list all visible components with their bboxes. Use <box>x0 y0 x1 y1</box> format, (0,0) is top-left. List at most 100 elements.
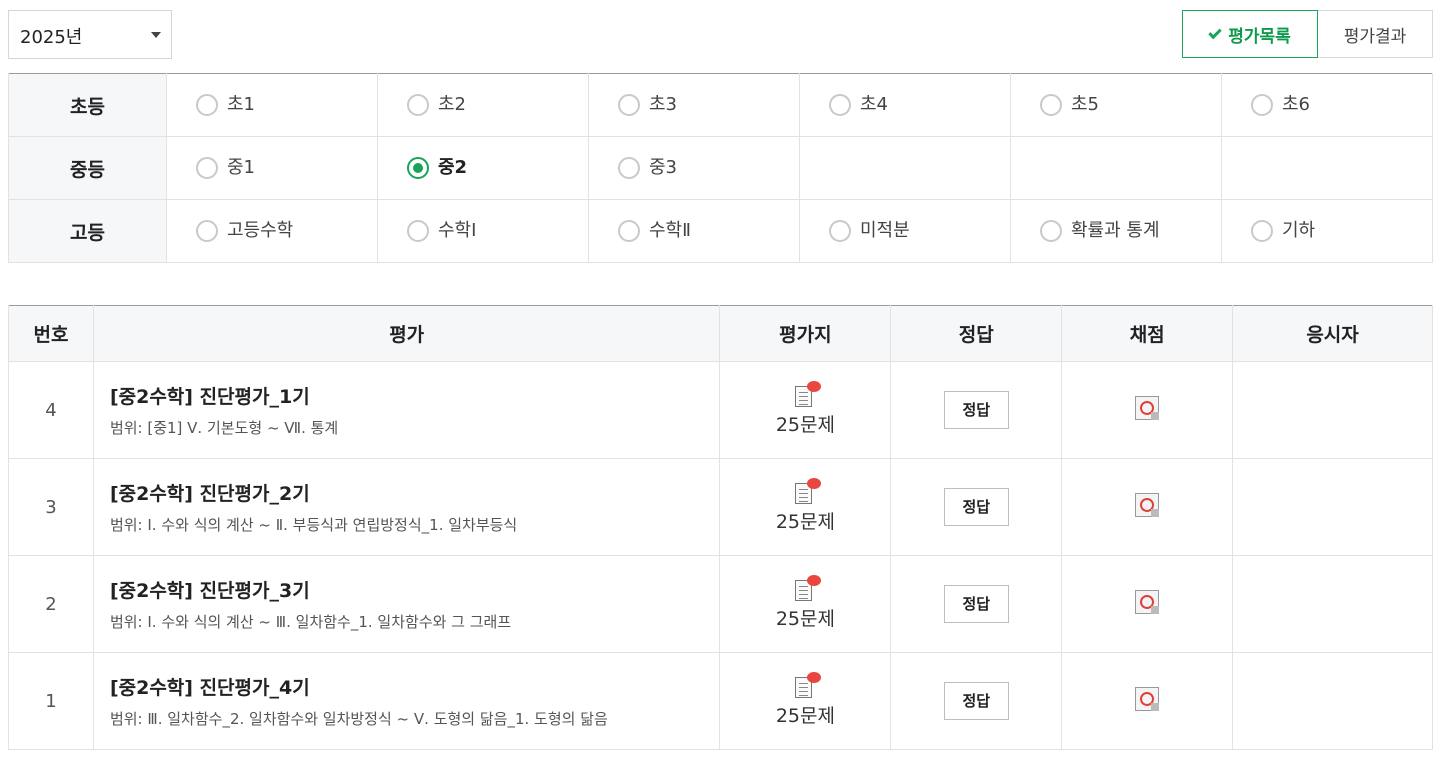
grade-row-middle: 중등 중1 중2 중3 <box>8 136 1433 200</box>
radio-icon[interactable] <box>829 220 851 242</box>
grade-option[interactable]: 고등수학 <box>166 199 378 263</box>
evaluation-title[interactable]: [중2수학] 진단평가_1기 <box>110 382 720 409</box>
grade-option-label: 초1 <box>227 94 256 115</box>
grade-option-label: 미적분 <box>860 220 910 241</box>
evaluation-cell: [중2수학] 진단평가_3기 범위: Ⅰ. 수와 식의 계산 ~ Ⅲ. 일차함수… <box>92 555 721 653</box>
answer-button[interactable]: 정답 <box>943 391 1009 429</box>
grade-option[interactable]: 초2 <box>377 73 589 137</box>
grading-icon[interactable] <box>1135 589 1160 614</box>
radio-icon[interactable] <box>407 220 429 242</box>
radio-icon[interactable] <box>196 157 218 179</box>
radio-icon[interactable] <box>1251 220 1273 242</box>
takers-cell <box>1232 361 1433 459</box>
column-header-paper: 평가지 <box>719 305 892 362</box>
grade-option[interactable]: 중3 <box>588 136 800 200</box>
grade-option[interactable]: 초4 <box>799 73 1011 137</box>
row-number: 1 <box>8 652 94 750</box>
row-number: 2 <box>8 555 94 653</box>
radio-icon[interactable] <box>1040 220 1062 242</box>
grade-option[interactable]: 초1 <box>166 73 378 137</box>
grade-option[interactable]: 미적분 <box>799 199 1011 263</box>
radio-icon[interactable] <box>196 94 218 116</box>
answer-cell: 정답 <box>890 652 1063 750</box>
grade-filter: 초등 초1 초2 초3 초4 초5 초6 중등 중1 중2 중3 고등 고등수학… <box>8 73 1433 263</box>
paper-cell[interactable]: 25문제 <box>719 361 892 459</box>
radio-icon[interactable] <box>1040 94 1062 116</box>
test-paper-icon[interactable] <box>793 478 822 504</box>
top-bar: 2025년 평가목록 평가결과 <box>8 10 1433 59</box>
radio-icon[interactable] <box>618 94 640 116</box>
evaluation-title[interactable]: [중2수학] 진단평가_3기 <box>110 576 720 603</box>
paper-cell[interactable]: 25문제 <box>719 555 892 653</box>
tab-evaluation-list[interactable]: 평가목록 <box>1182 10 1318 58</box>
radio-icon[interactable] <box>407 94 429 116</box>
view-tabs: 평가목록 평가결과 <box>1182 10 1433 58</box>
question-count: 25문제 <box>775 608 835 630</box>
grade-option-selected[interactable]: 중2 <box>377 136 589 200</box>
test-paper-icon[interactable] <box>793 575 822 601</box>
grade-option[interactable]: 초6 <box>1221 73 1433 137</box>
grade-option-label: 초5 <box>1071 94 1100 115</box>
tab-label: 평가결과 <box>1343 26 1407 47</box>
test-paper-icon[interactable] <box>793 381 822 407</box>
grade-option-label: 기하 <box>1282 220 1316 241</box>
grade-option-label: 수학Ⅰ <box>438 220 477 241</box>
paper-cell[interactable]: 25문제 <box>719 458 892 556</box>
grading-icon[interactable] <box>1135 492 1160 517</box>
takers-cell <box>1232 458 1433 556</box>
grading-cell <box>1061 555 1234 653</box>
radio-icon[interactable] <box>829 94 851 116</box>
grade-option-label: 중3 <box>649 157 678 178</box>
column-header-grading: 채점 <box>1061 305 1234 362</box>
grade-option[interactable]: 초5 <box>1010 73 1222 137</box>
tab-label: 평가목록 <box>1228 26 1291 47</box>
answer-button[interactable]: 정답 <box>943 682 1009 720</box>
tab-evaluation-results[interactable]: 평가결과 <box>1318 10 1433 58</box>
grading-icon[interactable] <box>1135 395 1160 420</box>
grade-option[interactable]: 초3 <box>588 73 800 137</box>
year-select[interactable]: 2025년 <box>8 10 172 59</box>
answer-cell: 정답 <box>890 555 1063 653</box>
grade-option-label: 고등수학 <box>227 220 294 241</box>
table-row: 3 [중2수학] 진단평가_2기 범위: Ⅰ. 수와 식의 계산 ~ Ⅱ. 부등… <box>8 458 1433 556</box>
question-count: 25문제 <box>775 705 835 727</box>
answer-button[interactable]: 정답 <box>943 488 1009 526</box>
grade-option-label: 초6 <box>1282 94 1311 115</box>
test-paper-icon[interactable] <box>793 672 822 698</box>
row-number: 3 <box>8 458 94 556</box>
grade-option-label: 중2 <box>438 157 468 178</box>
grade-option[interactable]: 중1 <box>166 136 378 200</box>
grade-group-label: 고등 <box>8 199 167 263</box>
grading-cell <box>1061 361 1234 459</box>
evaluation-title[interactable]: [중2수학] 진단평가_2기 <box>110 479 720 506</box>
table-row: 4 [중2수학] 진단평가_1기 범위: [중1] Ⅴ. 기본도형 ~ Ⅶ. 통… <box>8 361 1433 459</box>
column-header-number: 번호 <box>8 305 94 362</box>
answer-button[interactable]: 정답 <box>943 585 1009 623</box>
grade-option[interactable]: 수학Ⅰ <box>377 199 589 263</box>
question-count: 25문제 <box>775 511 835 533</box>
evaluation-table: 번호 평가 평가지 정답 채점 응시자 4 [중2수학] 진단평가_1기 범위:… <box>8 305 1433 750</box>
radio-icon[interactable] <box>1251 94 1273 116</box>
radio-checked-icon[interactable] <box>407 157 429 179</box>
grade-option[interactable]: 확률과 통계 <box>1010 199 1222 263</box>
grade-group-label: 중등 <box>8 136 167 200</box>
empty-cell <box>799 136 1011 200</box>
grade-option[interactable]: 기하 <box>1221 199 1433 263</box>
grade-option-label: 초4 <box>860 94 889 115</box>
takers-cell <box>1232 652 1433 750</box>
column-header-takers: 응시자 <box>1232 305 1433 362</box>
grading-icon[interactable] <box>1135 686 1160 711</box>
answer-cell: 정답 <box>890 361 1063 459</box>
question-count: 25문제 <box>775 414 835 436</box>
grade-option[interactable]: 수학Ⅱ <box>588 199 800 263</box>
evaluation-range: 범위: Ⅰ. 수와 식의 계산 ~ Ⅱ. 부등식과 연립방정식_1. 일차부등식 <box>109 516 518 534</box>
grade-option-label: 수학Ⅱ <box>649 220 691 241</box>
table-row: 1 [중2수학] 진단평가_4기 범위: Ⅲ. 일차함수_2. 일차함수와 일차… <box>8 652 1433 750</box>
evaluation-title[interactable]: [중2수학] 진단평가_4기 <box>110 673 720 700</box>
grade-row-high: 고등 고등수학 수학Ⅰ 수학Ⅱ 미적분 확률과 통계 기하 <box>8 199 1433 263</box>
radio-icon[interactable] <box>196 220 218 242</box>
grade-row-elementary: 초등 초1 초2 초3 초4 초5 초6 <box>8 73 1433 137</box>
paper-cell[interactable]: 25문제 <box>719 652 892 750</box>
radio-icon[interactable] <box>618 220 640 242</box>
radio-icon[interactable] <box>618 157 640 179</box>
